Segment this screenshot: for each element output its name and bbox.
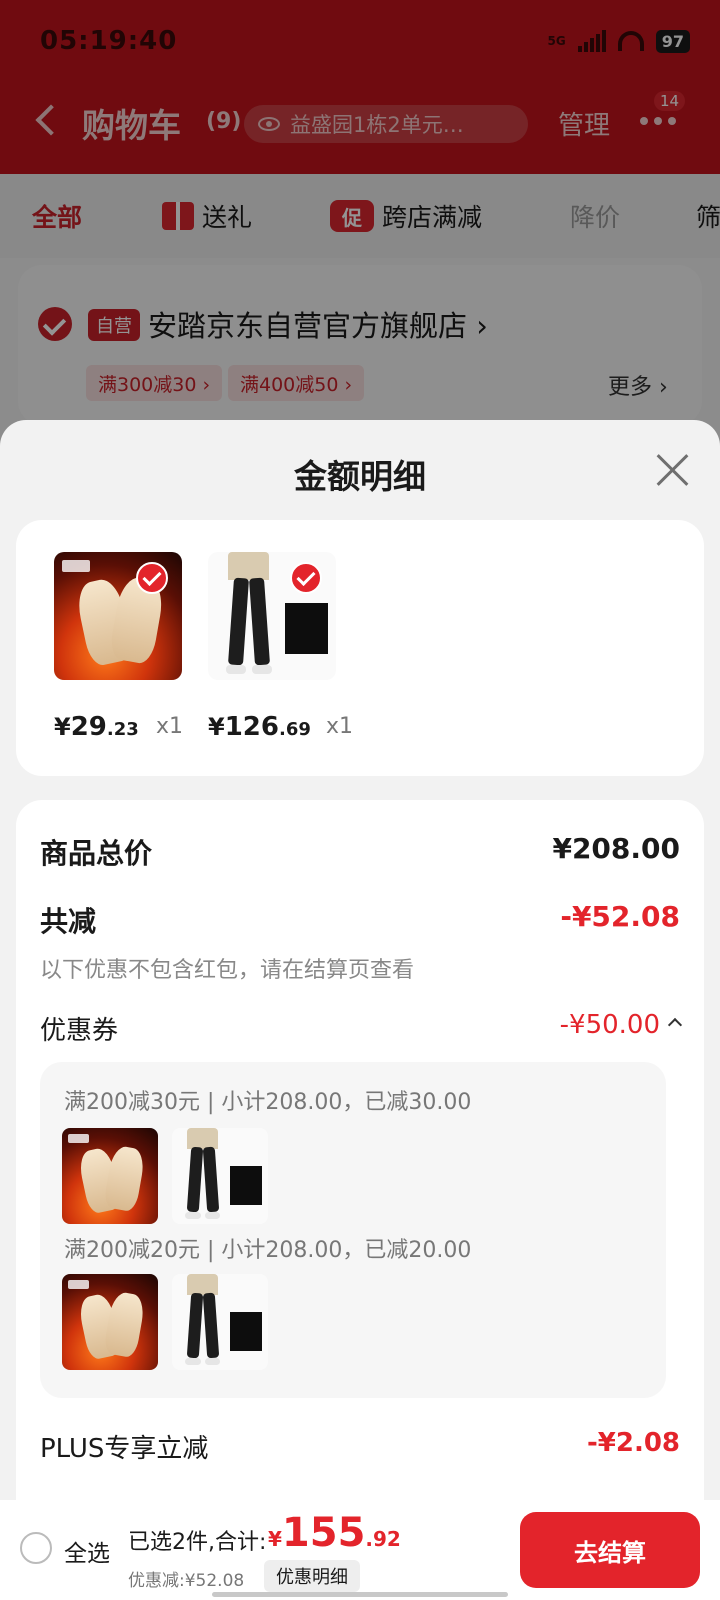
select-all-radio[interactable] [20, 1532, 52, 1564]
coupon-list: 满200减30元 | 小计208.00，已减30.00 满200减20元 | 小… [40, 1062, 666, 1398]
selected-check-icon [290, 562, 322, 594]
plus-discount-value: -¥2.08 [586, 1428, 680, 1458]
discount-note: 以下优惠不包含红包，请在结算页查看 [40, 958, 415, 983]
select-all-label[interactable]: 全选 [64, 1534, 110, 1568]
product-qty: x1 [326, 714, 354, 739]
discount-label: 共减 [40, 905, 97, 938]
coupon-toggle[interactable]: -¥50.00 [559, 1010, 683, 1040]
total-amount: ¥155.92 [268, 1510, 401, 1556]
plus-discount-label: PLUS专享立减 [40, 1434, 209, 1464]
selected-check-icon [136, 562, 168, 594]
coupon-product-thumb [62, 1128, 158, 1224]
home-indicator [212, 1592, 508, 1597]
total-price-label: 商品总价 [40, 837, 153, 870]
coupon-product-thumb [62, 1274, 158, 1370]
checkout-button[interactable]: 去结算 [520, 1512, 700, 1588]
coupon-product-thumb [172, 1274, 268, 1370]
close-icon[interactable] [654, 452, 690, 488]
coupon-value: -¥50.00 [559, 1010, 660, 1040]
chevron-up-icon [667, 1017, 683, 1033]
total-price-value: ¥208.00 [552, 832, 680, 865]
product-qty: x1 [156, 714, 184, 739]
checkout-bar: 全选 已选2件,合计: ¥155.92 优惠减:¥52.08 优惠明细 去结算 [0, 1500, 720, 1600]
coupon-label: 优惠券 [40, 1016, 119, 1046]
product-price: ¥126.69 [208, 712, 311, 742]
coupon-product-thumb [172, 1128, 268, 1224]
product-price: ¥29.23 [54, 712, 139, 742]
amount-detail-sheet: 金额明细 ¥29.23 x1 ¥126.69 x1 商品总价 ¥208.00 共… [0, 420, 720, 1500]
price-breakdown: 商品总价 ¥208.00 共减 -¥52.08 以下优惠不包含红包，请在结算页查… [16, 800, 704, 1500]
selected-products: ¥29.23 x1 ¥126.69 x1 [16, 520, 704, 776]
discount-value: -¥52.08 [560, 900, 680, 933]
discount-detail-button[interactable]: 优惠明细 [264, 1560, 360, 1592]
coupon-line: 满200减30元 | 小计208.00，已减30.00 [64, 1090, 472, 1115]
sheet-title: 金额明细 [294, 457, 426, 496]
selected-summary: 已选2件,合计: [128, 1530, 267, 1555]
coupon-line: 满200减20元 | 小计208.00，已减20.00 [64, 1238, 472, 1263]
saved-amount: 优惠减:¥52.08 [128, 1571, 245, 1591]
